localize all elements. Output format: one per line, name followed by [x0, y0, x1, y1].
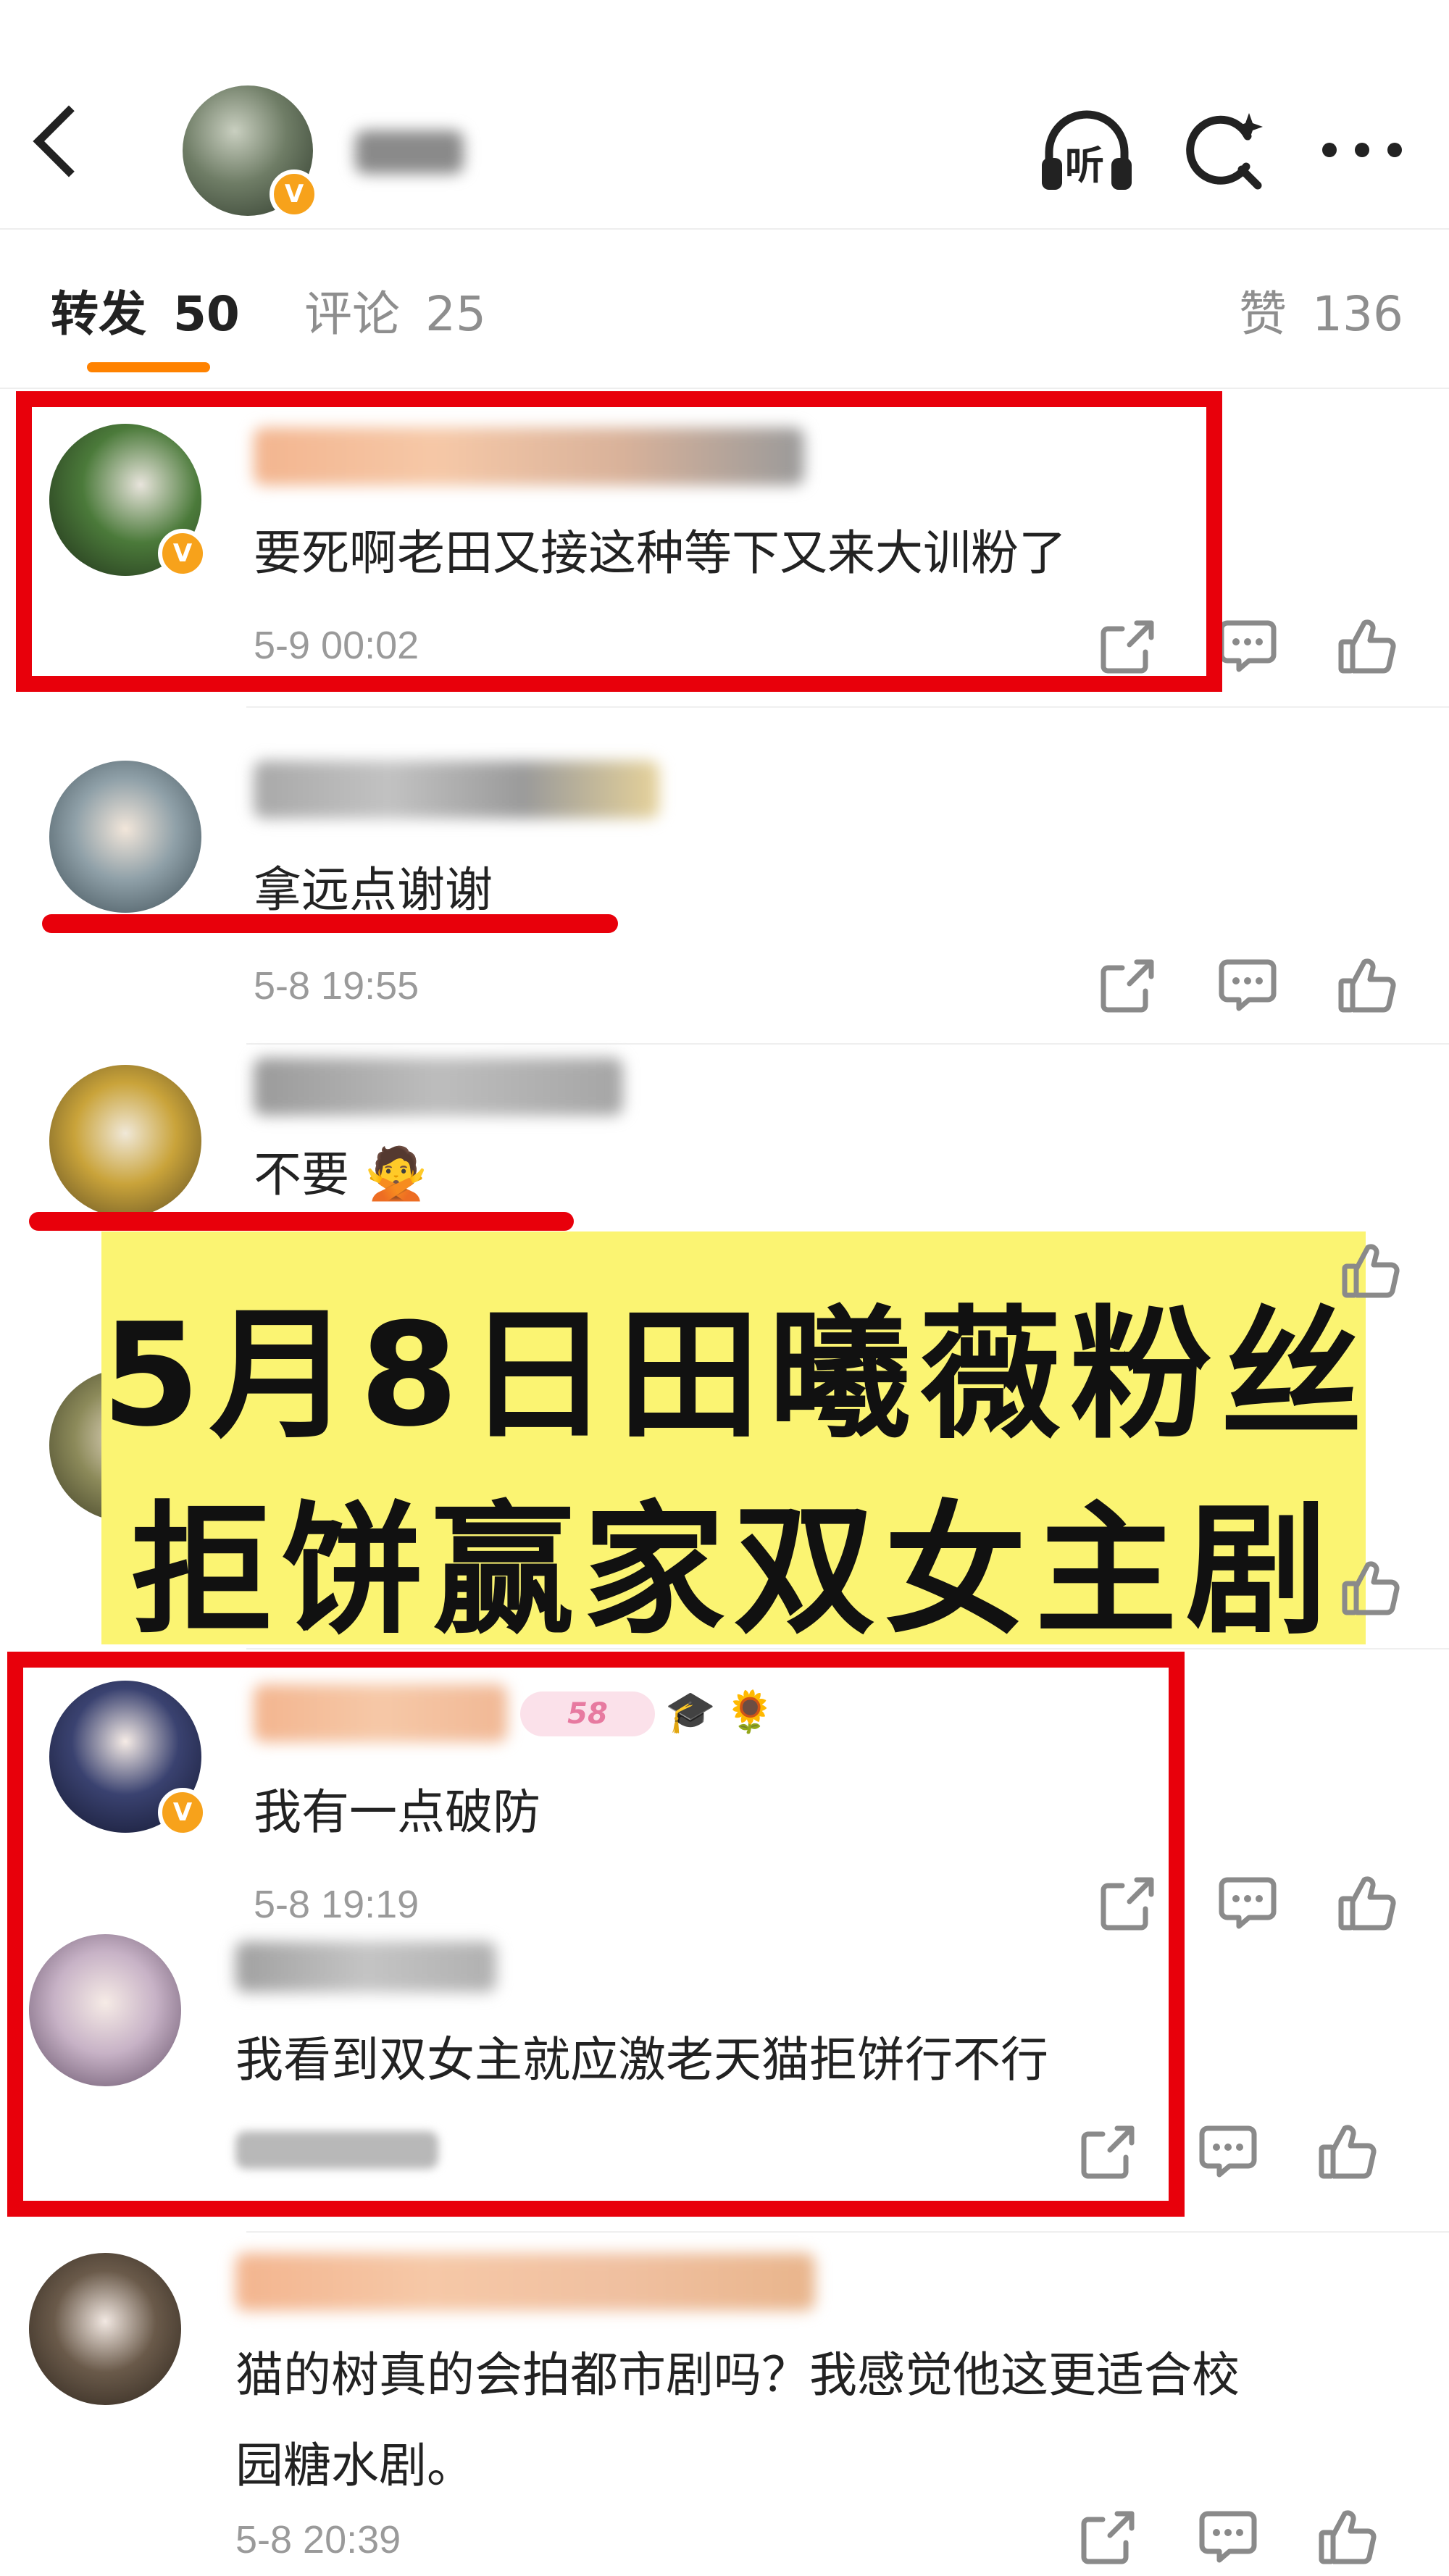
tab-comment-count: 25 — [425, 286, 486, 342]
share-icon[interactable] — [1098, 955, 1158, 1016]
tab-comment-label: 评论 — [304, 286, 400, 342]
search-icon[interactable] — [1181, 107, 1268, 194]
emoji-no-gesture: 🙅 — [364, 1144, 428, 1203]
comment-divider — [246, 2231, 1449, 2233]
more-icon[interactable] — [1319, 139, 1406, 161]
annotation-underline-1 — [42, 914, 618, 933]
like-icon[interactable] — [1337, 955, 1398, 1016]
banner-line-1: 5月8日田曦薇粉丝 — [101, 1293, 1371, 1458]
tab-like-count: 136 — [1311, 286, 1403, 342]
tab-repost-label: 转发 — [51, 286, 146, 342]
comment-bubble-icon[interactable] — [1217, 616, 1278, 677]
comment-text-line1: 猫的树真的会拍都市剧吗？我感觉他这更适合校 — [235, 2347, 1240, 2403]
comment-text: 不要 🙅 — [254, 1136, 427, 1205]
like-icon[interactable] — [1337, 1873, 1398, 1933]
like-icon[interactable] — [1337, 616, 1398, 677]
tabs-divider — [0, 388, 1449, 389]
comment-avatar[interactable] — [29, 2253, 181, 2405]
share-icon[interactable] — [1078, 2506, 1139, 2567]
caption-banner: 5月8日田曦薇粉丝 拒饼赢家双女主剧 — [101, 1231, 1371, 1654]
comment-divider — [246, 706, 1449, 708]
commenter-name-blurred[interactable] — [254, 761, 659, 819]
like-icon[interactable] — [1317, 2121, 1378, 2182]
comment-avatar[interactable] — [49, 1065, 201, 1217]
annotation-box-2 — [7, 1652, 1185, 2217]
comment-avatar[interactable] — [49, 761, 201, 913]
tab-repost-count: 50 — [172, 286, 240, 342]
listen-label: 听 — [1065, 143, 1104, 188]
comment-time: 5-8 19:55 — [254, 964, 419, 1008]
tab-like-label: 赞 — [1239, 286, 1287, 342]
comment-text-line2: 园糖水剧。 — [235, 2438, 475, 2493]
like-icon[interactable] — [1340, 1557, 1401, 1618]
comment-bubble-icon[interactable] — [1198, 2506, 1258, 2567]
tab-comment[interactable]: 评论 25 — [304, 275, 486, 345]
poster-name-blurred — [355, 130, 464, 174]
like-icon[interactable] — [1317, 2506, 1378, 2567]
comment-text: 拿远点谢谢 — [254, 862, 493, 918]
comment-text-content: 不要 — [254, 1147, 349, 1203]
comment-divider — [246, 1043, 1449, 1045]
commenter-name-blurred[interactable] — [235, 2253, 815, 2311]
tab-repost[interactable]: 转发 50 — [51, 275, 240, 345]
comment-bubble-icon[interactable] — [1198, 2121, 1258, 2182]
comment-bubble-icon[interactable] — [1217, 955, 1278, 1016]
tab-like[interactable]: 赞 136 — [1239, 275, 1403, 345]
verified-badge-icon: V — [270, 170, 319, 219]
comment-time: 5-8 20:39 — [235, 2518, 401, 2562]
comment-divider — [246, 1648, 1449, 1649]
comment-bubble-icon[interactable] — [1217, 1873, 1278, 1933]
active-tab-indicator — [87, 362, 210, 372]
annotation-box-1 — [16, 391, 1222, 692]
annotation-underline-2 — [29, 1212, 574, 1231]
banner-line-2: 拒饼赢家双女主剧 — [130, 1489, 1337, 1654]
listen-icon[interactable]: 听 — [1036, 101, 1137, 196]
like-icon[interactable] — [1340, 1240, 1401, 1301]
commenter-name-blurred[interactable] — [254, 1058, 623, 1116]
